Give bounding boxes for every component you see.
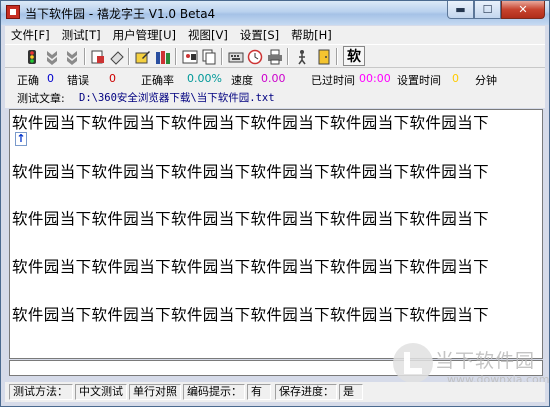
toolbar-separator bbox=[84, 48, 86, 65]
window-controls: ▬ ☐ ✕ bbox=[447, 1, 545, 21]
status-method-label: 测试方法： bbox=[9, 384, 73, 400]
pause-icon[interactable] bbox=[43, 48, 61, 65]
speed-value: 0.00 bbox=[261, 72, 286, 85]
menu-help[interactable]: 帮助[H] bbox=[285, 27, 338, 43]
status-hint-label: 编码提示： bbox=[183, 384, 245, 400]
error-value: 0 bbox=[109, 72, 116, 85]
maximize-button[interactable]: ☐ bbox=[474, 1, 501, 19]
toolbar-separator bbox=[221, 48, 223, 65]
traffic-light-icon[interactable] bbox=[23, 48, 41, 65]
stop-icon[interactable] bbox=[63, 48, 81, 65]
menu-file[interactable]: 文件[F] bbox=[5, 27, 56, 43]
printer-icon[interactable] bbox=[266, 48, 284, 65]
user-card-icon[interactable] bbox=[181, 48, 199, 65]
eraser-icon[interactable] bbox=[108, 48, 126, 65]
keyboard-icon[interactable] bbox=[227, 48, 245, 65]
toolbar-separator bbox=[287, 48, 289, 65]
reference-line-3: 软件园当下软件园当下软件园当下软件园当下软件园当下软件园当下 bbox=[12, 210, 490, 228]
toolbar-separator bbox=[175, 48, 177, 65]
reference-line-1: 软件园当下软件园当下软件园当下软件园当下软件园当下软件园当下 bbox=[12, 114, 490, 132]
article-path: D:\360安全浏览器下载\当下软件园.txt bbox=[79, 92, 275, 104]
correct-label: 正确 bbox=[17, 74, 39, 87]
correct-value: 0 bbox=[47, 72, 54, 85]
status-bar: 测试方法： 中文测试 单行对照 编码提示： 有 保存进度： 是 bbox=[5, 382, 545, 402]
elapsed-value: 00:00 bbox=[359, 72, 391, 85]
status-save-label: 保存进度： bbox=[275, 384, 337, 400]
edit-text-icon[interactable] bbox=[134, 48, 152, 65]
app-window: 当下软件园 - 禧龙字王 V1.0 Beta4 ▬ ☐ ✕ 文件[F] 测试[T… bbox=[0, 0, 550, 407]
set-time-value[interactable]: 0 bbox=[452, 72, 459, 85]
watermark-logo-icon bbox=[393, 343, 433, 383]
elapsed-label: 已过时间 bbox=[311, 74, 355, 87]
menu-bar: 文件[F] 测试[T] 用户管理[U] 视图[V] 设置[S] 帮助[H] bbox=[5, 26, 545, 44]
app-icon bbox=[6, 5, 20, 19]
accuracy-label: 正确率 bbox=[141, 74, 174, 87]
status-hint-value: 有 bbox=[247, 384, 271, 400]
status-save-value: 是 bbox=[339, 384, 363, 400]
menu-test[interactable]: 测试[T] bbox=[56, 27, 107, 43]
menu-view[interactable]: 视图[V] bbox=[182, 27, 234, 43]
status-mode-value: 单行对照 bbox=[129, 384, 181, 400]
copy-icon[interactable] bbox=[200, 48, 218, 65]
books-icon[interactable] bbox=[154, 48, 172, 65]
minimize-button[interactable]: ▬ bbox=[447, 1, 474, 19]
article-label: 测试文章: bbox=[17, 92, 65, 105]
window-title: 当下软件园 - 禧龙字王 V1.0 Beta4 bbox=[25, 7, 216, 21]
clock-icon[interactable] bbox=[246, 48, 264, 65]
toolbar-separator bbox=[336, 48, 338, 65]
toolbar-separator bbox=[128, 48, 130, 65]
reference-line-2: 软件园当下软件园当下软件园当下软件园当下软件园当下软件园当下 bbox=[12, 163, 490, 181]
watermark-brand: 当下软件园 bbox=[435, 350, 536, 372]
reference-line-5: 软件园当下软件园当下软件园当下软件园当下软件园当下软件园当下 bbox=[12, 306, 490, 324]
minute-label: 分钟 bbox=[475, 74, 497, 87]
speed-label: 速度 bbox=[231, 74, 253, 87]
figure-icon[interactable] bbox=[293, 48, 311, 65]
set-time-label: 设置时间 bbox=[397, 74, 441, 87]
error-label: 错误 bbox=[67, 74, 89, 87]
close-button[interactable]: ✕ bbox=[501, 1, 545, 19]
toolbar: 软 bbox=[5, 44, 545, 68]
menu-settings[interactable]: 设置[S] bbox=[234, 27, 285, 43]
stats-panel: 正确 0 错误 0 正确率 0.00% 速度 0.00 已过时间 00:00 设… bbox=[5, 68, 545, 108]
title-bar[interactable]: 当下软件园 - 禧龙字王 V1.0 Beta4 ▬ ☐ ✕ bbox=[1, 1, 549, 25]
accuracy-value: 0.00% bbox=[187, 72, 222, 85]
typing-cursor: ↑ bbox=[15, 132, 27, 146]
status-method-value: 中文测试 bbox=[75, 384, 127, 400]
reference-line-4: 软件园当下软件园当下软件园当下软件园当下软件园当下软件园当下 bbox=[12, 258, 490, 276]
exit-door-icon[interactable] bbox=[315, 48, 333, 65]
open-file-icon[interactable] bbox=[89, 48, 107, 65]
typing-text-area[interactable]: 软件园当下软件园当下软件园当下软件园当下软件园当下软件园当下 ↑ 软件园当下软件… bbox=[9, 109, 543, 359]
menu-user-management[interactable]: 用户管理[U] bbox=[107, 27, 182, 43]
input-method-button[interactable]: 软 bbox=[343, 46, 365, 66]
